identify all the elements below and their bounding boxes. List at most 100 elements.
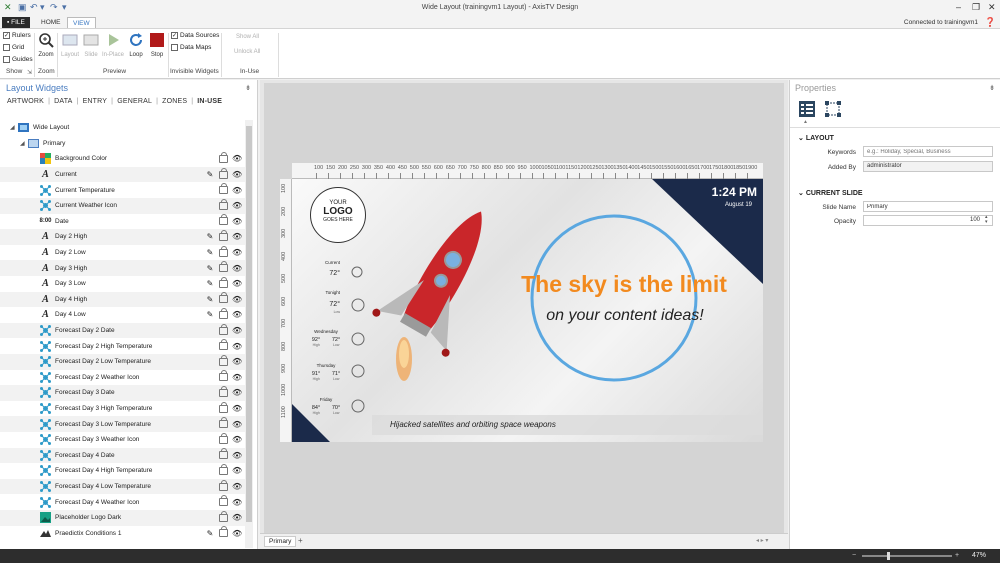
pin-icon[interactable]: ⇟ xyxy=(989,84,995,92)
widget-tab-general[interactable]: GENERAL xyxy=(117,98,152,105)
zoom-button[interactable]: Zoom xyxy=(36,32,56,58)
eye-icon[interactable]: 👁 xyxy=(232,482,242,491)
grid-checkbox[interactable]: Grid xyxy=(3,44,24,51)
lock-icon[interactable] xyxy=(219,245,228,257)
tree-item[interactable]: A Day 4 High ✎ 👁 xyxy=(0,291,245,308)
eye-icon[interactable]: 👁 xyxy=(232,170,242,179)
eye-icon[interactable]: 👁 xyxy=(232,295,242,304)
lock-icon[interactable] xyxy=(219,510,228,522)
pin-icon[interactable]: ⇟ xyxy=(245,84,251,92)
tree-item[interactable]: Placeholder Logo Dark 👁 xyxy=(0,510,245,526)
eye-icon[interactable]: 👁 xyxy=(232,310,242,319)
lock-icon[interactable] xyxy=(219,261,228,273)
tree-item[interactable]: Forecast Day 2 Low Temperature 👁 xyxy=(0,354,245,370)
eye-icon[interactable]: 👁 xyxy=(232,466,242,475)
preview-layout-button[interactable]: Layout xyxy=(59,32,81,58)
scrollbar[interactable] xyxy=(245,120,253,548)
tree-item[interactable]: A Day 2 High ✎ 👁 xyxy=(0,229,245,245)
expand-arrow-icon[interactable]: ◢ xyxy=(20,140,28,147)
edit-pencil-icon[interactable]: ✎ xyxy=(205,248,215,257)
tree-item[interactable]: A Current ✎ 👁 xyxy=(0,166,245,183)
edit-pencil-icon[interactable]: ✎ xyxy=(205,295,215,304)
tree-item[interactable]: 8:00 Date 👁 xyxy=(0,214,245,230)
tree-item[interactable]: Forecast Day 4 Date 👁 xyxy=(0,447,245,464)
edit-pencil-icon[interactable]: ✎ xyxy=(205,170,215,179)
data-maps-checkbox[interactable]: Data Maps xyxy=(171,44,211,51)
tree-item[interactable]: A Day 2 Low ✎ 👁 xyxy=(0,245,245,261)
lock-icon[interactable] xyxy=(219,526,228,538)
zoom-out-icon[interactable]: − xyxy=(852,552,856,559)
eye-icon[interactable]: 👁 xyxy=(232,404,242,413)
scroll-arrows-icon[interactable]: ◂ ▸ ▾ xyxy=(756,537,768,544)
minimize-button[interactable]: – xyxy=(956,2,961,12)
lock-icon[interactable] xyxy=(219,448,228,460)
tab-view[interactable]: VIEW xyxy=(67,17,96,28)
lock-icon[interactable] xyxy=(219,432,228,444)
lock-icon[interactable] xyxy=(219,167,228,179)
lock-icon[interactable] xyxy=(219,401,228,413)
lock-icon[interactable] xyxy=(219,276,228,288)
tree-item[interactable]: A Day 4 Low ✎ 👁 xyxy=(0,307,245,323)
tree-item[interactable]: Forecast Day 3 Date 👁 xyxy=(0,385,245,401)
tree-item[interactable]: Forecast Day 4 Low Temperature 👁 xyxy=(0,478,245,495)
lock-icon[interactable] xyxy=(219,307,228,319)
tree-item[interactable]: Forecast Day 2 High Temperature 👁 xyxy=(0,338,245,354)
edit-pencil-icon[interactable]: ✎ xyxy=(205,279,215,288)
tree-item[interactable]: Forecast Day 3 High Temperature 👁 xyxy=(0,401,245,417)
lock-icon[interactable] xyxy=(219,495,228,507)
lock-icon[interactable] xyxy=(219,370,228,382)
properties-list-icon[interactable] xyxy=(798,100,816,118)
widget-tab-data[interactable]: DATA xyxy=(54,98,72,105)
tree-item[interactable]: Forecast Day 3 Low Temperature 👁 xyxy=(0,416,245,432)
tree-item[interactable]: Forecast Day 2 Date 👁 xyxy=(0,322,245,339)
eye-icon[interactable]: 👁 xyxy=(232,186,242,195)
tree-item[interactable]: Current Temperature 👁 xyxy=(0,182,245,198)
add-slide-button[interactable]: + xyxy=(298,536,303,545)
widget-tab-in-use[interactable]: IN-USE xyxy=(197,98,222,105)
lock-icon[interactable] xyxy=(219,151,228,163)
tab-home[interactable]: HOME xyxy=(36,17,66,28)
scrollbar-thumb[interactable] xyxy=(246,126,252,522)
tree-item[interactable]: ◢ Primary xyxy=(0,136,245,152)
show-all-button[interactable]: Show All xyxy=(236,34,259,40)
widget-tab-entry[interactable]: ENTRY xyxy=(83,98,108,105)
widget-tab-artwork[interactable]: ARTWORK xyxy=(7,98,44,105)
stepper-arrows-icon[interactable]: ▴ ▾ xyxy=(985,215,988,225)
lock-icon[interactable] xyxy=(219,323,228,335)
preview-stop-button[interactable]: Stop xyxy=(147,32,167,58)
keywords-input[interactable] xyxy=(863,146,993,157)
restore-button[interactable]: ❐ xyxy=(972,2,980,13)
eye-icon[interactable]: 👁 xyxy=(232,154,242,163)
eye-icon[interactable]: 👁 xyxy=(232,388,242,397)
tree-item[interactable]: A Day 3 Low ✎ 👁 xyxy=(0,276,245,292)
lock-icon[interactable] xyxy=(219,339,228,351)
tree-item[interactable]: ◢ Wide Layout xyxy=(0,120,245,136)
slide-name-input[interactable] xyxy=(863,201,993,212)
lock-icon[interactable] xyxy=(219,229,228,241)
eye-icon[interactable]: 👁 xyxy=(232,264,242,273)
lock-icon[interactable] xyxy=(219,479,228,491)
data-sources-checkbox[interactable]: ✓ Data Sources xyxy=(171,32,219,39)
lock-icon[interactable] xyxy=(219,214,228,226)
tree-item[interactable]: Forecast Day 3 Weather Icon 👁 xyxy=(0,432,245,448)
eye-icon[interactable]: 👁 xyxy=(232,435,242,444)
edit-pencil-icon[interactable]: ✎ xyxy=(205,264,215,273)
slide-tab-primary[interactable]: Primary xyxy=(264,536,297,547)
zoom-in-icon[interactable]: + xyxy=(955,552,959,559)
current-slide-section-header[interactable]: ⌄ CURRENT SLIDE xyxy=(798,189,863,197)
help-icon[interactable]: ❓ xyxy=(985,17,996,28)
eye-icon[interactable]: 👁 xyxy=(232,451,242,460)
unlock-all-button[interactable]: Unlock All xyxy=(234,49,260,55)
eye-icon[interactable]: 👁 xyxy=(232,373,242,382)
tree-item[interactable]: Forecast Day 4 Weather Icon 👁 xyxy=(0,494,245,510)
lock-icon[interactable] xyxy=(219,198,228,210)
eye-icon[interactable]: 👁 xyxy=(232,232,242,241)
lock-icon[interactable] xyxy=(219,417,228,429)
expand-arrow-icon[interactable]: ◢ xyxy=(10,124,18,131)
close-button[interactable]: ✕ xyxy=(988,2,996,13)
position-size-icon[interactable] xyxy=(824,100,842,118)
lock-icon[interactable] xyxy=(219,292,228,304)
eye-icon[interactable]: 👁 xyxy=(232,342,242,351)
tree-item[interactable]: Praedictix Conditions 1 ✎ 👁 xyxy=(0,526,245,542)
lock-icon[interactable] xyxy=(219,354,228,366)
